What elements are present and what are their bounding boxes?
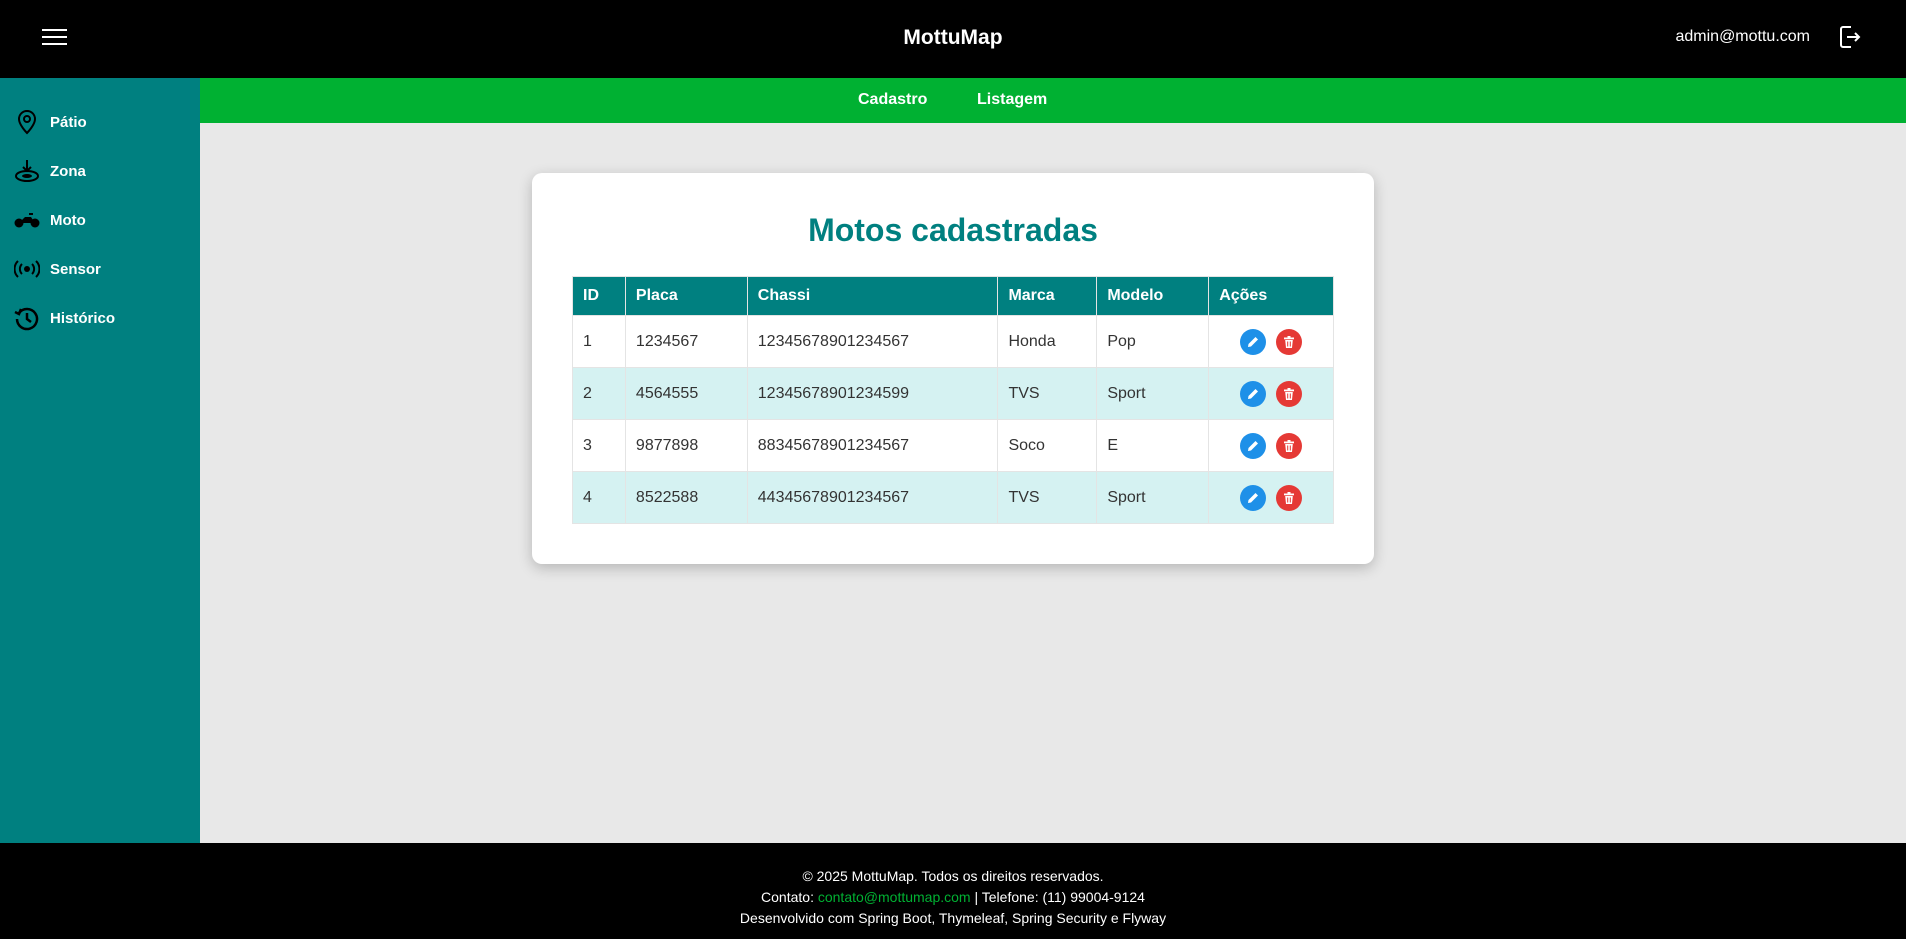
column-header: Ações <box>1208 276 1334 316</box>
top-header: MottuMap admin@mottu.com <box>0 0 1906 78</box>
zone-icon <box>14 158 40 184</box>
cell-id: 3 <box>572 419 626 472</box>
delete-button[interactable] <box>1276 484 1303 511</box>
page-title: Motos cadastradas <box>808 212 1098 248</box>
delete-button[interactable] <box>1276 432 1303 459</box>
footer: © 2025 MottuMap. Todos os direitos reser… <box>0 843 1906 939</box>
table-row: 1 1234567 12345678901234567 Honda Pop <box>572 315 1334 368</box>
contact-phone: | Telefone: (11) 99004-9124 <box>974 889 1145 905</box>
contact-email-link[interactable]: contato@mottumap.com <box>818 889 971 905</box>
table-row: 4 8522588 44345678901234567 TVS Sport <box>572 471 1334 524</box>
sidebar-item-sensor[interactable]: Sensor <box>0 249 200 289</box>
column-header: Marca <box>997 276 1098 316</box>
motorcycle-icon <box>14 207 40 233</box>
cell-id: 1 <box>572 315 626 368</box>
column-header: ID <box>572 276 626 316</box>
table-row: 3 9877898 88345678901234567 Soco E <box>572 419 1334 472</box>
footer-contact: Contato: contato@mottumap.com | Telefone… <box>0 889 1906 905</box>
cell-chassi: 88345678901234567 <box>746 419 999 472</box>
cell-marca: TVS <box>997 471 1098 524</box>
cell-actions <box>1208 315 1334 368</box>
cell-actions <box>1208 367 1334 420</box>
cell-marca: TVS <box>997 367 1098 420</box>
user-email: admin@mottu.com <box>1675 28 1810 45</box>
pencil-icon <box>1247 388 1258 399</box>
cell-id: 4 <box>572 471 626 524</box>
menu-bar <box>42 29 67 31</box>
cell-placa: 9877898 <box>624 419 748 472</box>
cell-chassi: 12345678901234567 <box>746 315 999 368</box>
edit-button[interactable] <box>1239 432 1266 459</box>
table-row: 2 4564555 12345678901234599 TVS Sport <box>572 367 1334 420</box>
trash-icon <box>1284 491 1295 504</box>
sensor-icon <box>14 256 40 282</box>
sidebar-item-label: Histórico <box>50 309 116 327</box>
cell-marca: Soco <box>997 419 1098 472</box>
cell-modelo: Sport <box>1096 367 1210 420</box>
menu-bar <box>42 43 67 45</box>
delete-button[interactable] <box>1276 380 1303 407</box>
trash-icon <box>1284 439 1295 452</box>
cell-modelo: Sport <box>1096 471 1210 524</box>
motos-card: Motos cadastradas ID Placa Chassi Marca … <box>532 173 1374 564</box>
sidebar-item-label: Pátio <box>50 113 87 131</box>
cell-placa: 8522588 <box>624 471 748 524</box>
table-header-row: ID Placa Chassi Marca Modelo Ações <box>572 276 1334 316</box>
pencil-icon <box>1247 336 1258 347</box>
trash-icon <box>1284 335 1295 348</box>
sidebar-item-label: Sensor <box>50 260 101 278</box>
sub-navigation: Cadastro Listagem <box>200 78 1906 123</box>
cell-placa: 4564555 <box>624 367 748 420</box>
footer-copyright: © 2025 MottuMap. Todos os direitos reser… <box>802 868 1104 884</box>
column-header: Chassi <box>746 276 999 316</box>
cell-chassi: 44345678901234567 <box>746 471 999 524</box>
menu-bar <box>42 36 67 38</box>
cell-placa: 1234567 <box>624 315 748 368</box>
delete-button[interactable] <box>1276 328 1303 355</box>
app-title: MottuMap <box>903 26 1003 49</box>
pencil-icon <box>1247 440 1258 451</box>
sidebar: Pátio Zona Moto Sensor Histórico <box>0 78 200 843</box>
nav-cadastro-link[interactable]: Cadastro <box>858 91 927 109</box>
column-header: Placa <box>624 276 748 316</box>
footer-tech: Desenvolvido com Spring Boot, Thymeleaf,… <box>739 910 1167 926</box>
cell-chassi: 12345678901234599 <box>746 367 999 420</box>
sidebar-item-label: Zona <box>50 162 86 180</box>
cell-actions <box>1208 471 1334 524</box>
cell-actions <box>1208 419 1334 472</box>
cell-marca: Honda <box>997 315 1098 368</box>
edit-button[interactable] <box>1239 328 1266 355</box>
pencil-icon <box>1247 492 1258 503</box>
sidebar-item-moto[interactable]: Moto <box>0 200 200 240</box>
trash-icon <box>1284 387 1295 400</box>
sidebar-item-historico[interactable]: Histórico <box>0 298 200 338</box>
cell-modelo: E <box>1096 419 1210 472</box>
contact-label: Contato: <box>761 889 814 905</box>
nav-listagem-link[interactable]: Listagem <box>977 91 1047 109</box>
column-header: Modelo <box>1096 276 1210 316</box>
sidebar-item-zona[interactable]: Zona <box>0 151 200 191</box>
map-pin-icon <box>14 109 40 135</box>
motos-table: ID Placa Chassi Marca Modelo Ações 1 123… <box>572 276 1334 524</box>
sidebar-item-label: Moto <box>50 211 86 229</box>
logout-icon[interactable] <box>1838 24 1862 50</box>
cell-id: 2 <box>572 367 626 420</box>
sidebar-item-patio[interactable]: Pátio <box>0 102 200 142</box>
edit-button[interactable] <box>1239 484 1266 511</box>
cell-modelo: Pop <box>1096 315 1210 368</box>
menu-icon[interactable] <box>38 24 72 50</box>
history-icon <box>14 305 40 331</box>
edit-button[interactable] <box>1239 380 1266 407</box>
